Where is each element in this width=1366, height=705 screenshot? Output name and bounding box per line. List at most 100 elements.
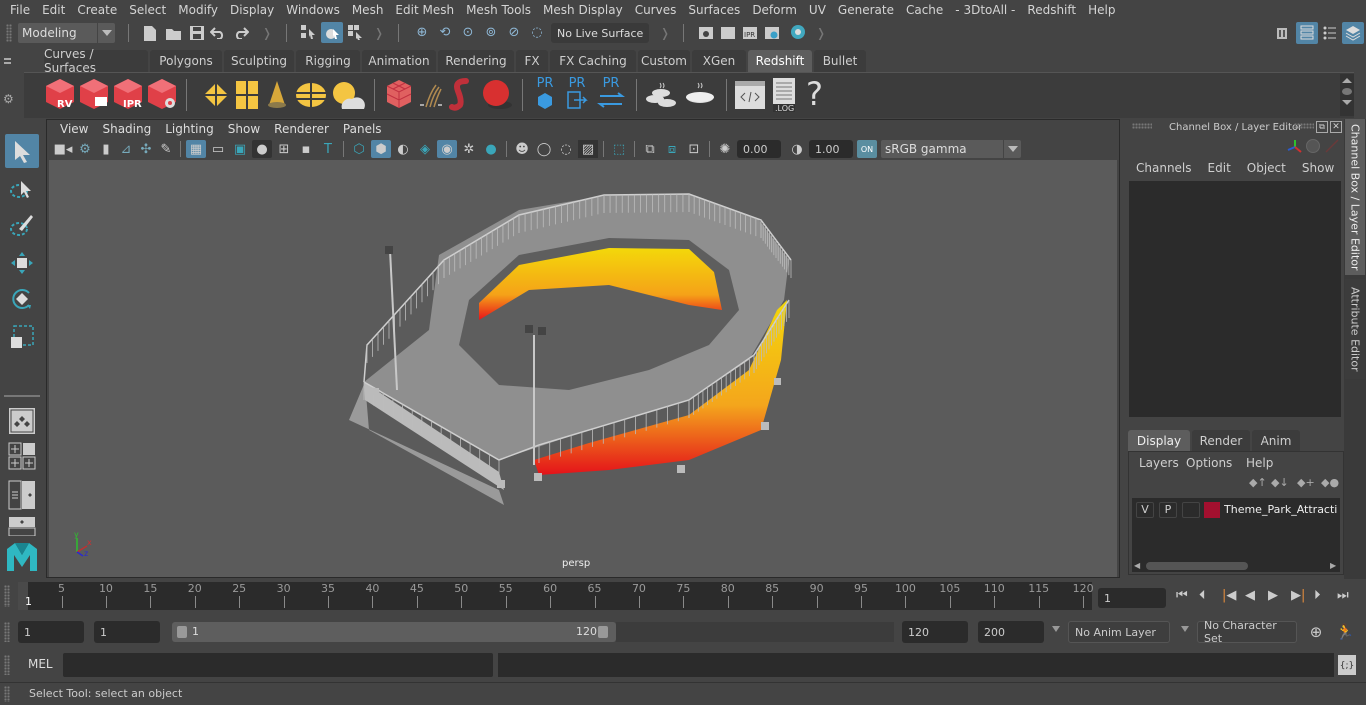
resolution-gate-icon[interactable]: ▣ [230,140,250,158]
menu-file[interactable]: File [4,3,36,17]
viewport-menu-panels[interactable]: Panels [336,122,389,136]
menu-mesh-display[interactable]: Mesh Display [537,3,629,17]
layer-row[interactable]: V P Theme_Park_Attraction [1132,500,1340,520]
side-tab-attribute-editor[interactable]: Attribute Editor [1345,279,1365,379]
shelf-tab-curves-surfaces[interactable]: Curves / Surfaces [44,47,148,75]
scale-tool-icon[interactable] [5,320,39,354]
character-set-dropdown[interactable]: No Character Set [1197,619,1297,645]
viewport-menu-show[interactable]: Show [221,122,267,136]
shelf-tab-animation[interactable]: Animation [362,50,436,72]
shelf-tab-bullet[interactable]: Bullet [814,50,866,72]
hud-icon[interactable]: ⧉ [640,140,660,158]
scale-manipulator-icon[interactable] [1325,139,1339,153]
redo-icon[interactable] [231,23,251,43]
shelf-tab-polygons[interactable]: Polygons [150,50,222,72]
modeling-toolkit-icon[interactable] [1272,23,1292,43]
step-back-frame-icon[interactable]: ⏴ [1199,588,1206,603]
redshift-sphere-icon[interactable] [480,77,514,111]
four-view-layout-icon[interactable] [5,442,39,470]
menu-display[interactable]: Display [224,3,280,17]
range-slider[interactable]: 1 120 [172,622,616,642]
pr-icon-3[interactable]: PR [596,76,626,114]
wireframe-icon[interactable]: ⬡ [349,140,369,158]
shelf-scrollbar[interactable] [1340,74,1354,116]
select-tool-icon[interactable] [5,134,39,168]
snap-curve-icon[interactable]: ⟲ [435,22,455,42]
snap-view-plane-icon[interactable]: ⊚ [481,22,501,42]
color-management-toggle-icon[interactable]: ON [857,140,877,158]
pr-icon-1[interactable]: PR [530,76,560,114]
rotate-tool-icon[interactable] [5,282,39,316]
safe-title-icon[interactable]: T [318,140,338,158]
color-space-dropdown[interactable]: sRGB gamma [881,140,1021,158]
bake-icon[interactable] [682,79,718,111]
collapse-arrow-icon[interactable]: ❭ [660,26,670,40]
redshift-sun-sky-icon[interactable] [330,79,366,111]
scroll-down-icon[interactable] [1342,100,1352,105]
exposure-icon[interactable]: ✺ [715,140,735,158]
scroll-up-icon[interactable] [1342,78,1352,83]
snap-point-icon[interactable]: ⊙ [458,22,478,42]
channel-list[interactable] [1129,181,1341,417]
image-render-icon[interactable]: ⊡ [684,140,704,158]
go-to-end-icon[interactable]: ⏭ [1337,588,1349,603]
shelf-tab-sculpting[interactable]: Sculpting [224,50,294,72]
motion-blur-icon[interactable]: ◌ [556,140,576,158]
redshift-ies-light-icon[interactable] [264,79,290,111]
panel-grip[interactable] [1132,123,1152,129]
menu-surfaces[interactable]: Surfaces [682,3,746,17]
redshift-hair-icon[interactable] [416,81,446,111]
menu-3dtoall[interactable]: - 3DtoAll - [949,3,1021,17]
animation-preferences-icon[interactable]: 🏃 [1334,621,1356,643]
field-chart-icon[interactable]: ⊞ [274,140,294,158]
axis-manipulator-icon[interactable] [1287,139,1303,158]
menu-channels[interactable]: Channels [1136,161,1192,175]
ambient-occlusion-icon[interactable]: ● [481,140,501,158]
collapse-arrow-icon[interactable]: ❭ [374,26,384,40]
shelf-tab-xgen[interactable]: XGen [692,50,746,72]
layer-tab-display[interactable]: Display [1128,430,1190,451]
layer-horizontal-scrollbar[interactable]: ◀ ▶ [1132,560,1340,572]
layer-tab-anim[interactable]: Anim [1252,430,1300,451]
menu-select[interactable]: Select [123,3,172,17]
step-forward-frame-icon[interactable]: ⏵ [1314,588,1321,603]
menu-create[interactable]: Create [71,3,123,17]
snap-grid-icon[interactable]: ⊕ [412,22,432,42]
persp-graph-layout-icon[interactable] [5,516,39,536]
auto-key-icon[interactable]: ⊕ [1305,621,1327,643]
range-grip[interactable] [4,622,10,642]
select-hierarchy-icon[interactable] [298,22,318,42]
shelf-menu-icon[interactable] [4,58,11,64]
lasso-tool-icon[interactable] [5,172,39,206]
hypershade-icon[interactable] [788,22,808,42]
range-end-handle[interactable] [598,626,608,638]
menu-redshift[interactable]: Redshift [1021,3,1082,17]
select-component-icon[interactable] [345,22,365,42]
viewport-3d-scene[interactable]: y x z persp [49,160,1117,577]
menu-generate[interactable]: Generate [832,3,900,17]
gate-mask-icon[interactable]: ● [252,140,272,158]
animation-end-field[interactable]: 200 [978,621,1044,643]
move-layer-down-icon[interactable]: ◆↓ [1271,476,1289,489]
camera-snapshot-icon[interactable]: ⧈ [662,140,682,158]
single-perspective-layout-icon[interactable] [5,404,39,438]
move-tool-icon[interactable] [5,246,39,280]
shelf-tab-rendering[interactable]: Rendering [438,50,514,72]
menu-deform[interactable]: Deform [746,3,803,17]
layer-tab-render[interactable]: Render [1192,430,1250,451]
layer-visibility-toggle[interactable]: V [1136,502,1154,518]
paint-select-tool-icon[interactable] [5,208,39,242]
collapse-arrow-icon[interactable]: ❭ [816,26,826,40]
shelf-tab-fx-caching[interactable]: FX Caching [550,50,636,72]
redshift-proxy-icon[interactable] [448,77,478,111]
menu-curves[interactable]: Curves [629,3,683,17]
help-grip[interactable] [4,686,10,702]
scroll-left-icon[interactable]: ◀ [1134,561,1140,570]
anti-alias-icon[interactable]: ▨ [578,140,598,158]
shadows-icon[interactable]: ✲ [459,140,479,158]
theme-park-attraction-model[interactable] [49,160,1117,577]
time-slider[interactable]: 1 5 10 15 20 25 30 35 40 45 50 55 60 65 70 75 80 85 90 95 1… [18,582,1094,610]
playback-start-field[interactable]: 1 [94,621,160,643]
menu-object[interactable]: Object [1247,161,1286,175]
go-to-start-icon[interactable]: ⏮ [1176,588,1188,603]
